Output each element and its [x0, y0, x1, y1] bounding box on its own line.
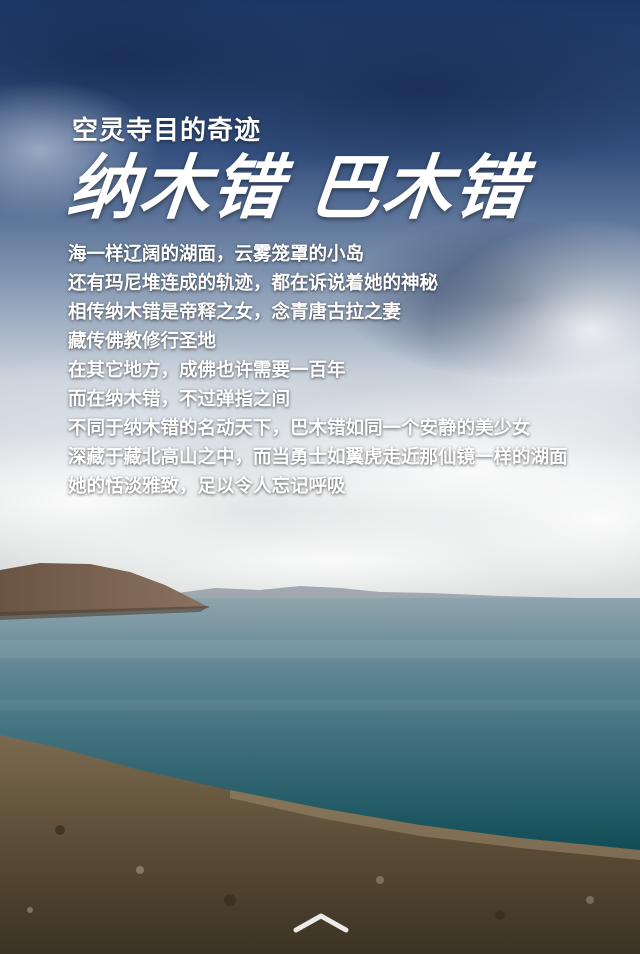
poem-line: 相传纳木错是帝释之女，念青唐古拉之妻 [68, 302, 402, 323]
poem-line: 而在纳木错，不过弹指之间 [68, 389, 291, 410]
poem-line: 她的恬淡雅致，足以令人忘记呼吸 [68, 476, 346, 497]
poem-line: 深藏于藏北高山之中，而当勇士如翼虎走近那仙镜一样的湖面 [68, 447, 568, 468]
poem-line: 海一样辽阔的湖面，云雾笼罩的小岛 [68, 244, 365, 265]
chevron-up-icon [293, 913, 349, 933]
subtitle: 空灵寺目的奇迹 [72, 116, 262, 146]
swipe-up-button[interactable] [292, 910, 350, 934]
poem-line: 不同于纳木错的名动天下，巴木错如同一个安静的美少女 [68, 418, 531, 439]
poem-line: 藏传佛教修行圣地 [68, 331, 217, 352]
page-title: 纳木错 巴木错 [63, 146, 532, 229]
poem-line: 在其它地方，成佛也许需要一百年 [68, 360, 346, 381]
page: 空灵寺目的奇迹 纳木错 巴木错 海一样辽阔的湖面，云雾笼罩的小岛 还有玛尼堆连成… [0, 0, 640, 954]
poem-text: 海一样辽阔的湖面，云雾笼罩的小岛 还有玛尼堆连成的轨迹，都在诉说着她的神秘 相传… [68, 240, 628, 501]
poem-line: 还有玛尼堆连成的轨迹，都在诉说着她的神秘 [68, 273, 439, 294]
